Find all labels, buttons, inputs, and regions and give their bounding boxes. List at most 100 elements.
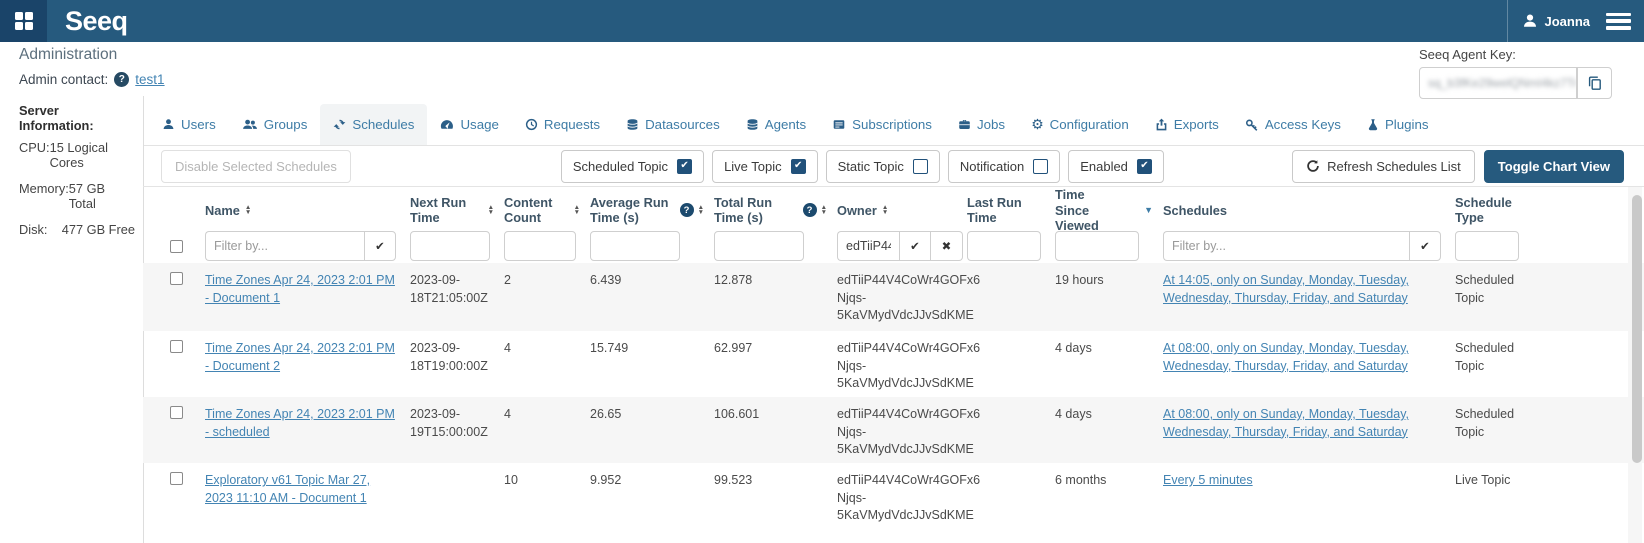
- schedules-toolbar: Disable Selected Schedules Scheduled Top…: [144, 146, 1644, 186]
- tab-jobs[interactable]: Jobs: [945, 104, 1018, 145]
- checkbox-checked-icon: ✔: [677, 159, 692, 174]
- server-info-panel: Server Information: CPU: 15 Logical Core…: [19, 103, 135, 248]
- tab-users[interactable]: Users: [149, 104, 229, 145]
- header-owner[interactable]: Owner ▲▼: [837, 187, 967, 234]
- help-icon[interactable]: ?: [680, 203, 694, 217]
- help-icon[interactable]: ?: [803, 203, 817, 217]
- app-switcher-button[interactable]: [0, 0, 47, 42]
- table-row: Time Zones Apr 24, 2023 2:01 PM - Docume…: [143, 263, 1644, 331]
- admin-contact-link[interactable]: test1: [135, 72, 164, 87]
- sort-desc-icon[interactable]: ▼: [1144, 203, 1153, 219]
- filter-enabled[interactable]: Enabled ✔: [1068, 150, 1164, 183]
- average-run-time-filter-input[interactable]: [590, 231, 680, 261]
- user-menu[interactable]: Joanna: [1508, 0, 1600, 42]
- content-count-filter-input[interactable]: [504, 231, 576, 261]
- tab-usage[interactable]: Usage: [427, 104, 511, 145]
- subscriptions-icon: [832, 118, 846, 131]
- header-time-since-viewed[interactable]: Time Since Viewed ▼: [1055, 187, 1163, 234]
- schedules-filter-input[interactable]: [1163, 231, 1409, 261]
- sort-icon[interactable]: ▲▼: [245, 205, 251, 216]
- server-info-disk: Disk: 477 GB Free: [19, 222, 135, 237]
- header-next-run-time[interactable]: Next Run Time ▲▼: [410, 187, 504, 234]
- total-run-time-cell: 99.523: [714, 463, 837, 529]
- average-run-time-cell: 9.952: [590, 463, 714, 529]
- header-total-run-time[interactable]: Total Run Time (s) ? ▲▼: [714, 187, 837, 234]
- database-icon: [626, 118, 639, 131]
- tab-configuration[interactable]: ⚙ Configuration: [1018, 104, 1142, 145]
- apply-filter-button[interactable]: ✔: [1409, 231, 1441, 261]
- schedules-table: Name ▲▼ Next Run Time ▲▼ Content Count ▲…: [143, 186, 1644, 543]
- filter-static-topic[interactable]: Static Topic: [826, 150, 940, 183]
- tab-requests[interactable]: Requests: [512, 104, 613, 145]
- toggle-chart-view-button[interactable]: Toggle Chart View: [1484, 150, 1624, 183]
- sort-icon[interactable]: ▲▼: [698, 205, 704, 216]
- schedule-name-link[interactable]: Time Zones Apr 24, 2023 2:01 PM - Docume…: [205, 341, 395, 373]
- owner-filter-input[interactable]: [837, 231, 899, 261]
- tab-schedules[interactable]: Schedules: [320, 104, 427, 145]
- filter-scheduled-topic[interactable]: Scheduled Topic ✔: [561, 150, 704, 183]
- row-checkbox[interactable]: [170, 406, 183, 419]
- disable-selected-schedules-button[interactable]: Disable Selected Schedules: [161, 150, 351, 183]
- page-title: Administration: [19, 46, 117, 64]
- time-since-viewed-cell: 4 days: [1055, 397, 1163, 463]
- last-run-time-filter-input[interactable]: [967, 231, 1041, 261]
- schedule-detail-link[interactable]: Every 5 minutes: [1163, 473, 1253, 487]
- apply-filter-button[interactable]: ✔: [899, 231, 931, 261]
- sort-icon[interactable]: ▲▼: [821, 205, 827, 216]
- clear-filter-button[interactable]: ✖: [931, 231, 963, 261]
- agent-key-masked-value: sq_b3fKe29welQNmI4kz7Tr: [1428, 76, 1577, 90]
- tab-exports[interactable]: Exports: [1142, 104, 1232, 145]
- tab-datasources[interactable]: Datasources: [613, 104, 733, 145]
- filter-notification[interactable]: Notification: [948, 150, 1060, 183]
- help-icon[interactable]: ?: [114, 72, 129, 87]
- seeq-logo[interactable]: Seeq: [65, 6, 128, 37]
- schedule-name-link[interactable]: Time Zones Apr 24, 2023 2:01 PM - Docume…: [205, 273, 395, 305]
- refresh-schedules-button[interactable]: Refresh Schedules List: [1292, 150, 1475, 183]
- row-checkbox[interactable]: [170, 272, 183, 285]
- copy-button[interactable]: [1577, 67, 1612, 99]
- header-schedule-type: Schedule Type: [1455, 187, 1533, 234]
- apply-filter-button[interactable]: ✔: [364, 231, 396, 261]
- row-checkbox[interactable]: [170, 472, 183, 485]
- history-icon: [525, 118, 538, 131]
- header-average-run-time[interactable]: Average Run Time (s) ? ▲▼: [590, 187, 714, 234]
- schedule-name-link[interactable]: Time Zones Apr 24, 2023 2:01 PM - schedu…: [205, 407, 395, 439]
- agent-key-input[interactable]: sq_b3fKe29welQNmI4kz7Tr: [1419, 67, 1577, 99]
- admin-contact: Admin contact: ? test1: [19, 72, 165, 87]
- schedule-detail-link[interactable]: At 08:00, only on Sunday, Monday, Tuesda…: [1163, 407, 1409, 439]
- sort-icon[interactable]: ▲▼: [882, 205, 888, 216]
- last-run-time-cell: [967, 263, 1055, 331]
- last-run-time-cell: [967, 331, 1055, 397]
- briefcase-icon: [958, 118, 971, 131]
- schedule-type-filter-input[interactable]: [1455, 231, 1519, 261]
- tab-plugins[interactable]: Plugins: [1354, 104, 1442, 145]
- table-row: Time Zones Apr 24, 2023 2:01 PM - Docume…: [143, 331, 1644, 397]
- scrollbar-thumb[interactable]: [1632, 195, 1642, 463]
- header-content-count[interactable]: Content Count ▲▼: [504, 187, 590, 234]
- row-checkbox[interactable]: [170, 340, 183, 353]
- tab-subscriptions[interactable]: Subscriptions: [819, 104, 945, 145]
- tab-agents[interactable]: Agents: [733, 104, 819, 145]
- sort-icon[interactable]: ▲▼: [574, 205, 580, 216]
- next-run-time-filter-input[interactable]: [410, 231, 490, 261]
- refresh-icon: [1306, 159, 1320, 173]
- filter-live-topic[interactable]: Live Topic ✔: [712, 150, 818, 183]
- tab-access-keys[interactable]: Access Keys: [1232, 104, 1354, 145]
- sort-icon[interactable]: ▲▼: [488, 205, 494, 216]
- schedule-name-link[interactable]: Exploratory v61 Topic Mar 27, 2023 11:10…: [205, 473, 370, 505]
- name-filter-input[interactable]: [205, 231, 364, 261]
- select-all-checkbox[interactable]: [170, 240, 183, 253]
- header-name[interactable]: Name ▲▼: [205, 187, 410, 234]
- next-run-time-cell: 2023-09-19T15:00:00Z: [410, 397, 504, 463]
- checkbox-checked-icon: ✔: [1137, 159, 1152, 174]
- grid-icon: [15, 12, 33, 30]
- admin-page: Seeq Joanna Administration Admin contact…: [0, 0, 1644, 543]
- schedule-detail-link[interactable]: At 14:05, only on Sunday, Monday, Tuesda…: [1163, 273, 1409, 305]
- total-run-time-filter-input[interactable]: [714, 231, 804, 261]
- tab-groups[interactable]: Groups: [229, 104, 321, 145]
- last-run-time-cell: [967, 397, 1055, 463]
- schedule-detail-link[interactable]: At 08:00, only on Sunday, Monday, Tuesda…: [1163, 341, 1409, 373]
- schedule-type-filters: Scheduled Topic ✔ Live Topic ✔ Static To…: [561, 150, 1164, 183]
- hamburger-menu-icon[interactable]: [1606, 13, 1631, 30]
- time-since-viewed-filter-input[interactable]: [1055, 231, 1139, 261]
